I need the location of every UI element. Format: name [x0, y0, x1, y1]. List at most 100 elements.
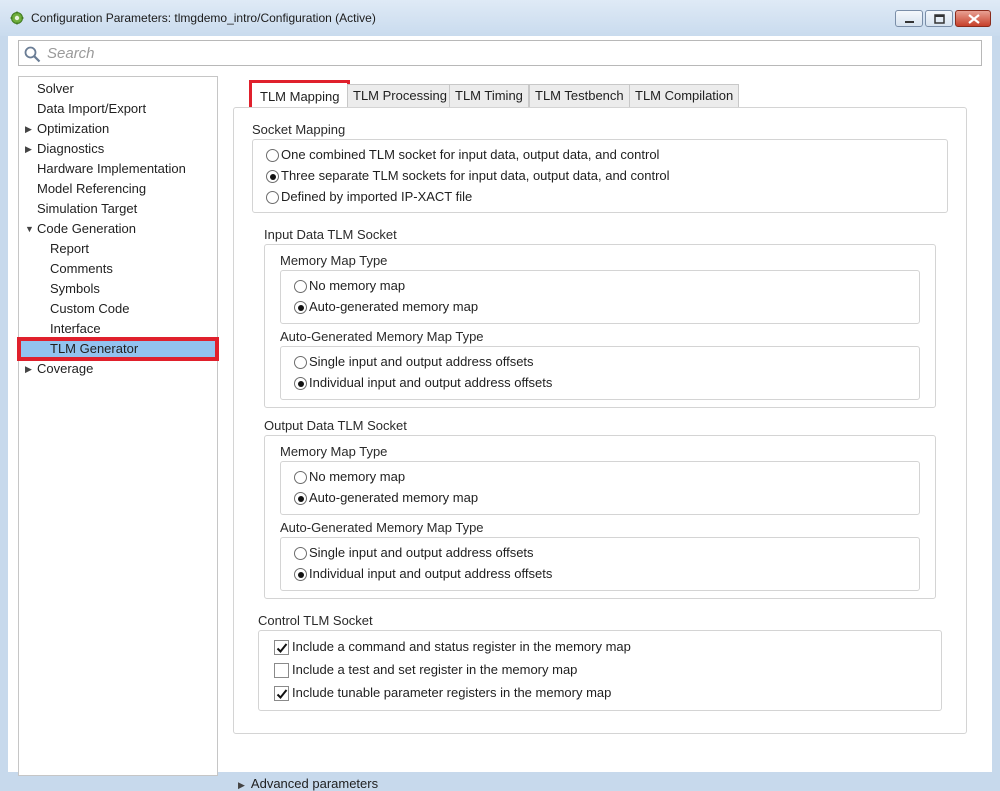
tree-item-label: Hardware Implementation: [37, 161, 186, 176]
title-bar: Configuration Parameters: tlmgdemo_intro…: [0, 0, 1000, 36]
tree-item-simulation-target[interactable]: Simulation Target: [19, 199, 217, 219]
radio-label: Three separate TLM sockets for input dat…: [281, 168, 670, 183]
settings-pane: TLM Mapping TLM Processing TLM Timing TL…: [225, 76, 992, 791]
tree-item-comments[interactable]: Comments: [19, 259, 217, 279]
tree-item-label: Comments: [50, 261, 113, 276]
input-mm-type-title: Memory Map Type: [280, 253, 388, 268]
search-input[interactable]: [47, 44, 967, 63]
socket-mapping-group: One combined TLM socket for input data, …: [252, 139, 948, 213]
radio-label: Auto-generated memory map: [309, 299, 479, 314]
tree-item-label: Coverage: [37, 361, 94, 376]
input-agmm-group: Single input and output address offsets …: [280, 346, 920, 400]
tab-tlm-testbench[interactable]: TLM Testbench: [529, 84, 630, 109]
search-icon: [24, 46, 41, 63]
tree-item-label: Optimization: [37, 121, 110, 136]
radio-button[interactable]: [266, 191, 279, 204]
input-socket-group: Memory Map Type No memory map Auto-gener…: [264, 244, 936, 408]
expand-arrow-icon[interactable]: ▶: [238, 780, 245, 790]
radio-label: No memory map: [309, 278, 406, 293]
search-box: [18, 40, 982, 66]
tree-item-report[interactable]: Report: [19, 239, 217, 259]
tree-item-label: Solver: [37, 81, 74, 96]
advanced-parameters-label: Advanced parameters: [250, 776, 379, 791]
tree-item-optimization[interactable]: ▶ Optimization: [19, 119, 217, 139]
radio-button[interactable]: [294, 280, 307, 293]
input-agmm-title: Auto-Generated Memory Map Type: [280, 329, 484, 344]
checkbox-checked[interactable]: [274, 686, 289, 701]
tree-item-code-generation[interactable]: ▼ Code Generation: [19, 219, 217, 239]
radio-button[interactable]: [294, 301, 307, 314]
tab-tlm-compilation[interactable]: TLM Compilation: [629, 84, 740, 109]
radio-label: One combined TLM socket for input data, …: [281, 147, 660, 162]
radio-button[interactable]: [294, 377, 307, 390]
close-button[interactable]: [955, 10, 991, 27]
tree-item-label: Model Referencing: [37, 181, 147, 196]
radio-label: Individual input and output address offs…: [309, 566, 553, 581]
tree-item-solver[interactable]: Solver: [19, 79, 217, 99]
tlm-mapping-panel: Socket Mapping One combined TLM socket f…: [233, 107, 967, 734]
radio-button[interactable]: [294, 356, 307, 369]
radio-button[interactable]: [266, 170, 279, 183]
output-agmm-group: Single input and output address offsets …: [280, 537, 920, 591]
gear-icon: [10, 11, 24, 25]
expand-arrow-icon[interactable]: ▶: [25, 139, 32, 159]
radio-button[interactable]: [294, 568, 307, 581]
collapse-arrow-icon[interactable]: ▼: [25, 219, 34, 239]
tree-item-coverage[interactable]: ▶ Coverage: [19, 359, 217, 379]
tree-item-label: Diagnostics: [37, 141, 105, 156]
checkbox-label: Include tunable parameter registers in t…: [292, 685, 612, 700]
minimize-button[interactable]: [895, 10, 923, 27]
radio-button[interactable]: [294, 471, 307, 484]
close-icon: [968, 14, 980, 24]
tree-item-diagnostics[interactable]: ▶ Diagnostics: [19, 139, 217, 159]
tree-item-data-import-export[interactable]: Data Import/Export: [19, 99, 217, 119]
tree-item-label: Report: [50, 241, 90, 256]
configuration-parameters-window: Configuration Parameters: tlmgdemo_intro…: [0, 0, 1000, 791]
tree-item-model-referencing[interactable]: Model Referencing: [19, 179, 217, 199]
checkbox-label: Include a command and status register in…: [292, 639, 631, 654]
socket-mapping-title: Socket Mapping: [252, 122, 346, 137]
radio-button[interactable]: [266, 149, 279, 162]
output-socket-title: Output Data TLM Socket: [264, 418, 407, 433]
expand-arrow-icon[interactable]: ▶: [25, 359, 32, 379]
control-socket-group: Include a command and status register in…: [258, 630, 942, 711]
output-mm-type-group: No memory map Auto-generated memory map: [280, 461, 920, 515]
tree-item-tlm-generator[interactable]: TLM Generator: [17, 337, 219, 361]
maximize-icon: [934, 14, 945, 24]
checkmark-icon: [276, 689, 288, 699]
tree-item-symbols[interactable]: Symbols: [19, 279, 217, 299]
radio-label: Single input and output address offsets: [309, 354, 534, 369]
tree-item-label: Interface: [50, 321, 101, 336]
control-socket-title: Control TLM Socket: [258, 613, 373, 628]
tree-item-label: Simulation Target: [37, 201, 138, 216]
tree-item-label: Symbols: [50, 281, 100, 296]
checkbox-unchecked[interactable]: [274, 663, 289, 678]
radio-button[interactable]: [294, 492, 307, 505]
radio-label: Individual input and output address offs…: [309, 375, 553, 390]
tree-item-custom-code[interactable]: Custom Code: [19, 299, 217, 319]
output-agmm-title: Auto-Generated Memory Map Type: [280, 520, 484, 535]
maximize-button[interactable]: [925, 10, 953, 27]
tree-item-label: TLM Generator: [50, 341, 139, 356]
output-socket-group: Memory Map Type No memory map Auto-gener…: [264, 435, 936, 599]
minimize-icon: [905, 21, 914, 23]
tree-item-label: Data Import/Export: [37, 101, 147, 116]
tree-item-interface[interactable]: Interface: [19, 319, 217, 339]
tab-tlm-mapping[interactable]: TLM Mapping: [249, 80, 351, 110]
tree-item-label: Code Generation: [37, 221, 137, 236]
dialog-client-area: Solver Data Import/Export ▶ Optimization…: [8, 36, 992, 791]
advanced-parameters-toggle[interactable]: ▶ Advanced parameters: [238, 776, 378, 791]
tab-tlm-timing[interactable]: TLM Timing: [449, 84, 529, 109]
category-tree: Solver Data Import/Export ▶ Optimization…: [17, 76, 219, 776]
expand-arrow-icon[interactable]: ▶: [25, 119, 32, 139]
checkbox-checked[interactable]: [274, 640, 289, 655]
checkmark-icon: [276, 643, 288, 653]
tab-tlm-processing[interactable]: TLM Processing: [347, 84, 453, 109]
radio-label: Defined by imported IP-XACT file: [281, 189, 473, 204]
input-mm-type-group: No memory map Auto-generated memory map: [280, 270, 920, 324]
tree-item-hardware-implementation[interactable]: Hardware Implementation: [19, 159, 217, 179]
radio-label: Auto-generated memory map: [309, 490, 479, 505]
radio-label: Single input and output address offsets: [309, 545, 534, 560]
input-socket-title: Input Data TLM Socket: [264, 227, 397, 242]
radio-button[interactable]: [294, 547, 307, 560]
